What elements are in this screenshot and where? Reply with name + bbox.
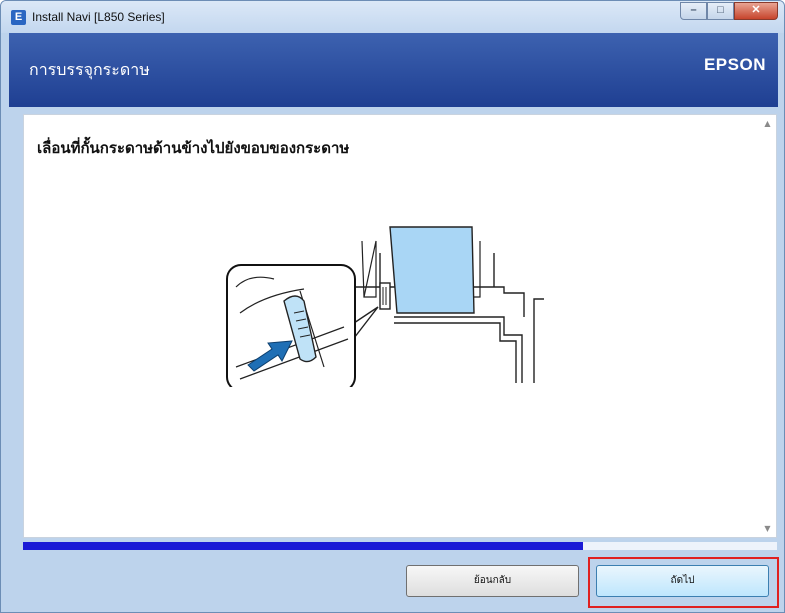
title-bar[interactable]: E Install Navi [L850 Series] – □ ✕: [1, 1, 784, 33]
installer-window: E Install Navi [L850 Series] – □ ✕ การบร…: [0, 0, 785, 613]
scroll-up-arrow-icon[interactable]: ▲: [763, 119, 772, 128]
printer-paper-guide-illustration: [226, 226, 544, 387]
progress-bar-fill: [23, 542, 584, 550]
window-controls: – □ ✕: [680, 2, 778, 20]
epson-logo: EPSON: [703, 55, 766, 74]
scroll-down-arrow-icon[interactable]: ▼: [763, 524, 772, 533]
next-button-highlight-box: [588, 557, 779, 608]
back-button[interactable]: ย้อนกลับ: [406, 565, 579, 597]
page-header: การบรรจุกระดาษ EPSON: [9, 33, 778, 107]
page-title: การบรรจุกระดาษ: [29, 60, 150, 79]
paper-sheet: [389, 226, 475, 314]
close-button[interactable]: ✕: [734, 2, 778, 20]
content-panel[interactable]: เลื่อนที่กั้นกระดาษด้านข้างไปยังขอบของกร…: [23, 114, 777, 538]
edge-guide: [379, 282, 391, 310]
window-title: Install Navi [L850 Series]: [32, 10, 165, 24]
progress-bar: [23, 542, 777, 550]
minimize-button[interactable]: –: [680, 2, 707, 20]
instruction-text: เลื่อนที่กั้นกระดาษด้านข้างไปยังขอบของกร…: [37, 139, 350, 157]
maximize-button[interactable]: □: [707, 2, 734, 20]
epson-app-icon: E: [11, 10, 26, 25]
